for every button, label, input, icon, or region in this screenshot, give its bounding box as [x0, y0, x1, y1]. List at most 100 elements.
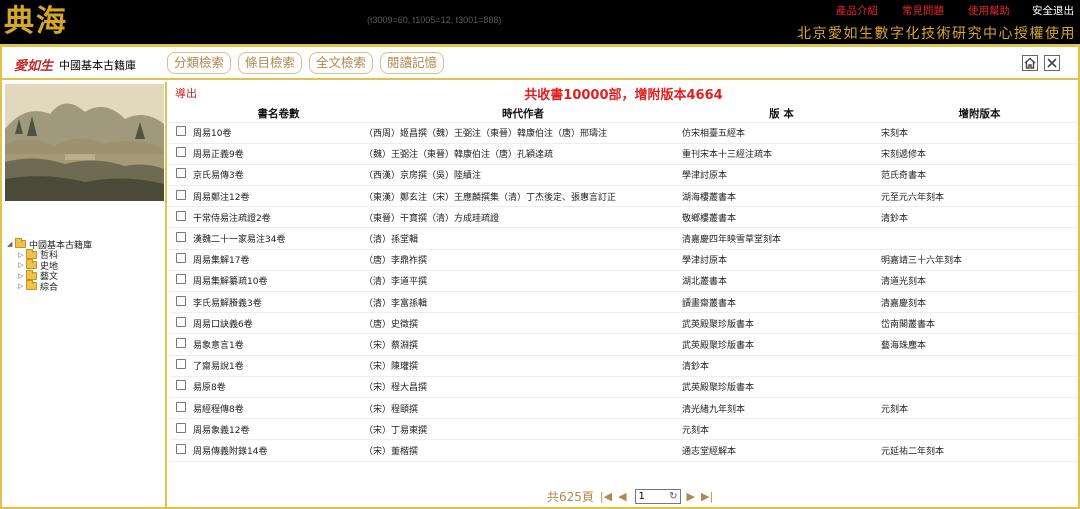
- edition-cell: 武英殿聚珍版書本: [682, 312, 881, 335]
- author-cell: （西漢）京房撰（吳）陸績注: [364, 164, 682, 187]
- tab-fulltext-search[interactable]: 全文檢索: [309, 52, 374, 74]
- row-checkbox[interactable]: [176, 168, 186, 179]
- title-cell[interactable]: 易象意言1卷: [193, 333, 364, 356]
- first-page-icon[interactable]: |◀: [600, 490, 612, 503]
- table-row[interactable]: 周易象義12卷 （宋）丁易東撰 元刻本: [169, 418, 1078, 441]
- title-cell[interactable]: 京氏易傳3卷: [193, 164, 364, 187]
- row-checkbox-cell: [169, 227, 193, 250]
- title-cell[interactable]: 了齋易說1卷: [193, 355, 364, 377]
- row-checkbox[interactable]: [176, 295, 186, 306]
- table-row[interactable]: 周易傳義附錄14卷 （宋）董楷撰 通志堂經解本 元延祐二年刻本: [169, 439, 1078, 462]
- tab-category-search[interactable]: 分類檢索: [167, 52, 232, 74]
- row-checkbox[interactable]: [176, 443, 186, 454]
- next-page-icon[interactable]: ▶: [687, 490, 695, 503]
- top-bar: 典海 (t3009=60, t1005=12, t3001=888) 產品介紹 …: [0, 0, 1080, 44]
- prev-page-icon[interactable]: ◀: [618, 490, 626, 503]
- row-checkbox-cell: [169, 164, 193, 187]
- expand-icon[interactable]: ▷: [18, 251, 26, 259]
- table-row[interactable]: 京氏易傳3卷 （西漢）京房撰（吳）陸績注 學津討原本 范氏奇書本: [169, 164, 1078, 187]
- title-cell[interactable]: 干常侍易注疏證2卷: [193, 206, 364, 229]
- column-header-author[interactable]: 時代作者: [364, 105, 682, 123]
- row-checkbox[interactable]: [176, 380, 186, 391]
- table-row[interactable]: 周易正義9卷 （魏）王弼注（東晉）韓康伯注（唐）孔穎達疏 重刊宋本十三經注疏本 宋刻遞…: [169, 143, 1078, 165]
- title-cell[interactable]: 周易集解纂疏10卷: [193, 270, 364, 293]
- row-checkbox[interactable]: [176, 274, 186, 285]
- row-checkbox[interactable]: [176, 401, 186, 412]
- close-icon[interactable]: [1044, 55, 1060, 71]
- table-row[interactable]: 周易口訣義6卷 （唐）史徵撰 武英殿聚珍版書本 岱南閣叢書本: [169, 312, 1078, 335]
- row-checkbox[interactable]: [176, 126, 186, 137]
- table-row[interactable]: 周易集解纂疏10卷 （清）李道平撰 湖北叢書本 清道光刻本: [169, 270, 1078, 293]
- title-cell[interactable]: 周易10卷: [193, 122, 364, 144]
- extra-edition-cell: 宋刻本: [881, 122, 1078, 144]
- author-cell: （清）李富孫輯: [364, 291, 682, 314]
- tab-entry-search[interactable]: 條目檢索: [238, 52, 303, 74]
- tab-reading-history[interactable]: 閱讀記憶: [380, 52, 445, 74]
- row-checkbox-cell: [169, 355, 193, 377]
- results-panel: 共收書10000部，增附版本4664 導出 書名卷數 時代作者 版 本 增附版本…: [169, 82, 1078, 508]
- table-row[interactable]: 易象意言1卷 （宋）蔡淵撰 武英殿聚珍版書本 藝海珠塵本: [169, 333, 1078, 356]
- timing-info: (t3009=60, t1005=12, t3001=888): [367, 15, 502, 25]
- row-checkbox[interactable]: [176, 422, 186, 433]
- extra-edition-cell: 藝海珠塵本: [881, 333, 1078, 356]
- nav-help[interactable]: 使用幫助: [968, 3, 1010, 18]
- title-cell[interactable]: 周易正義9卷: [193, 143, 364, 165]
- column-header-edition[interactable]: 版 本: [682, 105, 881, 123]
- author-cell: （唐）史徵撰: [364, 312, 682, 335]
- row-checkbox[interactable]: [176, 359, 186, 370]
- refresh-icon[interactable]: ↻: [669, 490, 677, 503]
- table-row[interactable]: 易經程傳8卷 （宋）程頤撰 清光緒九年刻本 元刻本: [169, 397, 1078, 420]
- title-cell[interactable]: 周易口訣義6卷: [193, 312, 364, 335]
- table-row[interactable]: 易原8卷 （宋）程大昌撰 武英殿聚珍版書本: [169, 376, 1078, 398]
- author-cell: （東漢）鄭玄注（宋）王應麟撰集（清）丁杰後定、張惠言訂正: [364, 185, 682, 208]
- site-logo[interactable]: 典海: [4, 3, 68, 41]
- title-cell[interactable]: 周易集解17卷: [193, 249, 364, 271]
- table-row[interactable]: 周易10卷 （西周）姬昌撰（魏）王弼注（東晉）韓康伯注（唐）邢璹注 仿宋相臺五經本宋…: [169, 122, 1078, 144]
- row-checkbox[interactable]: [176, 210, 186, 221]
- logout-link[interactable]: 安全退出: [1032, 3, 1074, 18]
- title-cell[interactable]: 周易象義12卷: [193, 418, 364, 441]
- row-checkbox[interactable]: [176, 189, 186, 200]
- title-cell[interactable]: 周易鄭注12卷: [193, 185, 364, 208]
- title-cell[interactable]: 漢魏二十一家易注34卷: [193, 227, 364, 250]
- row-checkbox-cell: [169, 333, 193, 356]
- home-icon[interactable]: [1022, 55, 1038, 71]
- expand-icon[interactable]: ▷: [18, 282, 26, 290]
- page-total: 共625頁: [547, 490, 594, 504]
- row-checkbox-cell: [169, 185, 193, 208]
- table-row[interactable]: 了齋易說1卷 （宋）陳瓘撰 清鈔本: [169, 355, 1078, 377]
- title-cell[interactable]: 易經程傳8卷: [193, 397, 364, 420]
- column-header-title[interactable]: 書名卷數: [193, 105, 364, 123]
- tree-item-general[interactable]: ▷ 綜合: [7, 280, 92, 293]
- title-cell[interactable]: 李氏易解賸義3卷: [193, 291, 364, 314]
- extra-edition-cell: 范氏奇書本: [881, 164, 1078, 187]
- table-row[interactable]: 李氏易解賸義3卷 （清）李富孫輯 讀畫齋叢書本 清嘉慶刻本: [169, 291, 1078, 314]
- page-input[interactable]: 1 ↻: [634, 489, 681, 504]
- nav-faq[interactable]: 常見問題: [902, 3, 944, 18]
- collapse-icon[interactable]: ◢: [7, 240, 15, 248]
- export-link[interactable]: 導出: [175, 85, 197, 101]
- main-frame: 愛如生 中國基本古籍庫 分類檢索 條目檢索 全文檢索 閱讀記憶 ◢ 中國基本古籍…: [0, 44, 1080, 509]
- row-checkbox[interactable]: [176, 232, 186, 243]
- title-cell[interactable]: 易原8卷: [193, 376, 364, 398]
- table-row[interactable]: 干常侍易注疏證2卷 （東晉）干寶撰（清）方成珪疏證 敬鄉樓叢書本 清鈔本: [169, 206, 1078, 229]
- nav-product-intro[interactable]: 產品介紹: [836, 3, 878, 18]
- author-cell: （唐）李鼎祚撰: [364, 249, 682, 271]
- title-cell[interactable]: 周易傳義附錄14卷: [193, 439, 364, 462]
- row-checkbox[interactable]: [176, 147, 186, 158]
- expand-icon[interactable]: ▷: [18, 272, 26, 280]
- table-row[interactable]: 周易鄭注12卷 （東漢）鄭玄注（宋）王應麟撰集（清）丁杰後定、張惠言訂正 湖海樓叢書…: [169, 185, 1078, 208]
- edition-cell: 武英殿聚珍版書本: [682, 333, 881, 356]
- row-checkbox-cell: [169, 143, 193, 165]
- row-checkbox[interactable]: [176, 253, 186, 264]
- tree-root-label: 中國基本古籍庫: [29, 240, 93, 251]
- row-checkbox[interactable]: [176, 316, 186, 327]
- table-row[interactable]: 周易集解17卷 （唐）李鼎祚撰 學津討原本 明嘉靖三十六年刻本: [169, 249, 1078, 271]
- extra-edition-cell: [881, 418, 1078, 441]
- row-checkbox[interactable]: [176, 337, 186, 348]
- expand-icon[interactable]: ▷: [18, 261, 26, 269]
- extra-edition-cell: 清嘉慶刻本: [881, 291, 1078, 314]
- column-header-extra-edition[interactable]: 增附版本: [881, 105, 1078, 123]
- last-page-icon[interactable]: ▶|: [701, 490, 713, 503]
- table-row[interactable]: 漢魏二十一家易注34卷 （清）孫堂輯 清嘉慶四年映雪草堂刻本: [169, 227, 1078, 250]
